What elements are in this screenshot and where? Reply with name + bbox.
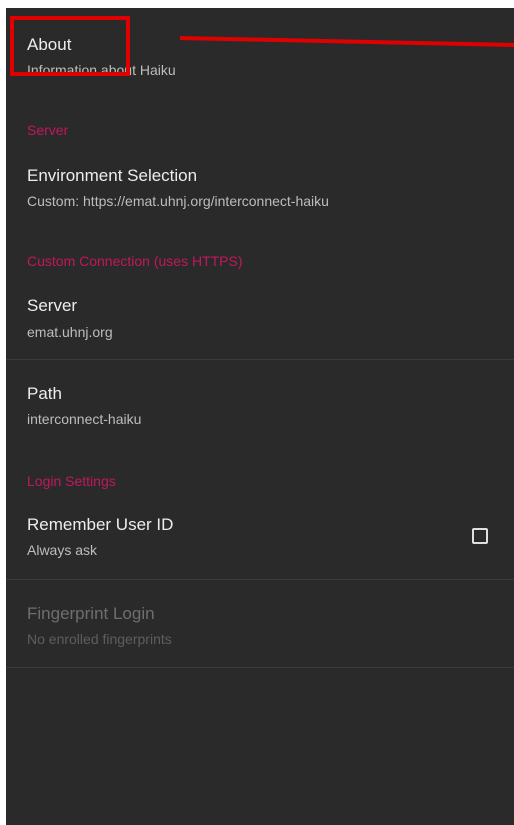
annotation-pointer-line: [179, 36, 514, 47]
